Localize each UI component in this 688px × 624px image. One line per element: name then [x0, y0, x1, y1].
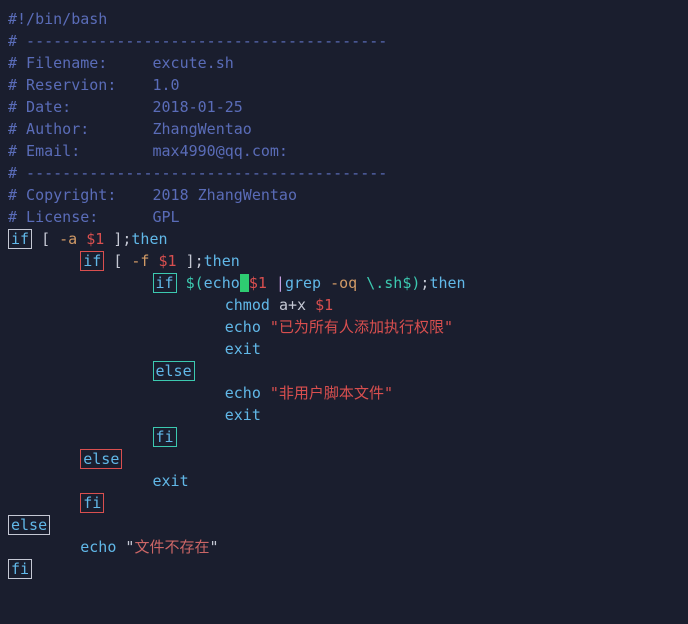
string-literal: 文件不存在	[134, 538, 209, 556]
var-1: $1	[249, 274, 267, 292]
then-keyword: then	[131, 230, 167, 248]
pipe: |	[276, 274, 285, 292]
else-keyword: else	[80, 449, 122, 469]
then-keyword: then	[204, 252, 240, 270]
author-label: # Author:	[8, 120, 153, 138]
exit-cmd: exit	[225, 406, 261, 424]
exit-cmd: exit	[153, 472, 189, 490]
semi: ;	[195, 252, 204, 270]
filename-label: # Filename:	[8, 54, 153, 72]
echo-cmd: echo	[225, 318, 261, 336]
then-keyword: then	[429, 274, 465, 292]
var-1: $1	[86, 230, 104, 248]
copyright-label: # Copyright:	[8, 186, 153, 204]
copyright-value: 2018 ZhangWentao	[153, 186, 298, 204]
license-value: GPL	[153, 208, 180, 226]
divider: # --------------------------------------…	[8, 164, 387, 182]
shebang: #!/bin/bash	[8, 10, 107, 28]
email-label: # Email:	[8, 142, 153, 160]
quote: "	[209, 538, 218, 556]
if-keyword: if	[80, 251, 104, 271]
var-1: $1	[159, 252, 177, 270]
else-keyword: else	[153, 361, 195, 381]
email-value: max4990@qq.com:	[153, 142, 288, 160]
subst-open: $(	[186, 274, 204, 292]
echo-cmd: echo	[204, 274, 240, 292]
fi-keyword: fi	[80, 493, 104, 513]
code-block: #!/bin/bash # --------------------------…	[8, 8, 680, 580]
echo-cmd: echo	[225, 384, 261, 402]
bracket: ]	[186, 252, 195, 270]
var-1: $1	[315, 296, 333, 314]
reservion-label: # Reservion:	[8, 76, 153, 94]
if-keyword: if	[8, 229, 32, 249]
grep-cmd: grep	[285, 274, 321, 292]
author-value: ZhangWentao	[153, 120, 252, 138]
bracket: [	[41, 230, 50, 248]
test-flag: -a	[59, 230, 77, 248]
exit-cmd: exit	[225, 340, 261, 358]
filename-value: excute.sh	[153, 54, 234, 72]
reservion-value: 1.0	[153, 76, 180, 94]
license-label: # License:	[8, 208, 153, 226]
cursor-icon	[240, 274, 249, 292]
string-literal: "非用户脚本文件"	[270, 384, 393, 402]
fi-keyword: fi	[8, 559, 32, 579]
chmod-cmd: chmod	[225, 296, 270, 314]
fi-keyword: fi	[153, 427, 177, 447]
test-flag: -f	[131, 252, 149, 270]
grep-opts: -oq	[330, 274, 357, 292]
regex: \.sh$	[366, 274, 411, 292]
if-keyword: if	[153, 273, 177, 293]
chmod-arg: a+x	[279, 296, 306, 314]
bracket: [	[113, 252, 122, 270]
divider: # --------------------------------------…	[8, 32, 387, 50]
string-literal: "已为所有人添加执行权限"	[270, 318, 453, 336]
echo-cmd: echo	[80, 538, 116, 556]
date-label: # Date:	[8, 98, 153, 116]
else-keyword: else	[8, 515, 50, 535]
date-value: 2018-01-25	[153, 98, 243, 116]
